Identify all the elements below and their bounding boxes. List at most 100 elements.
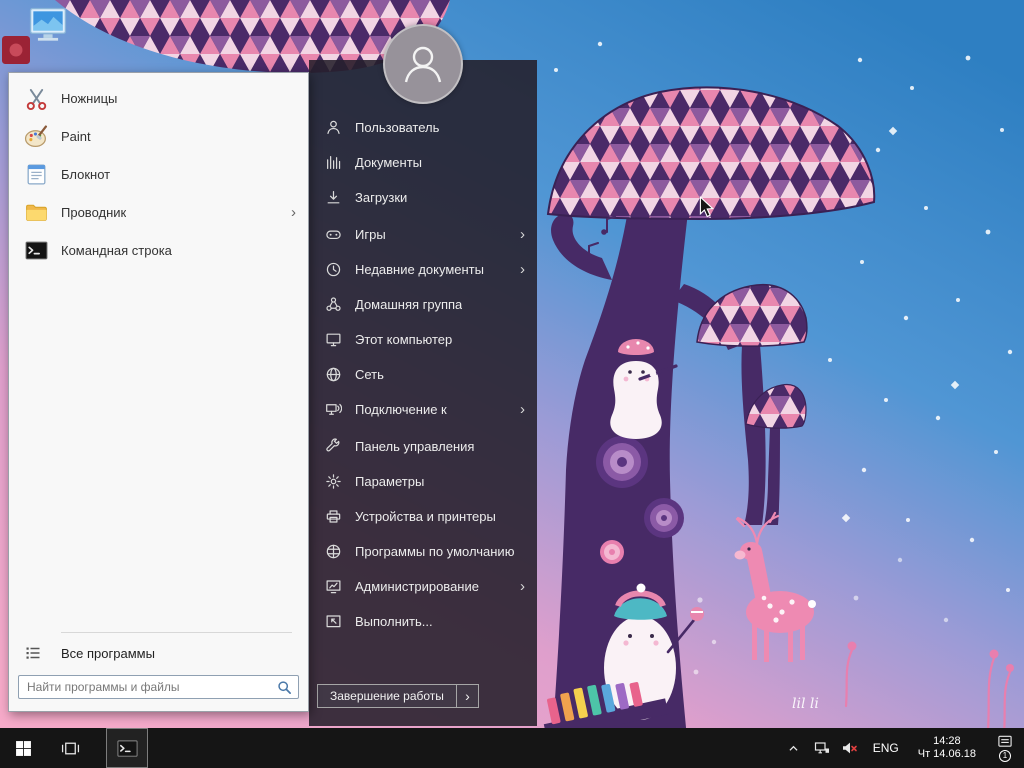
- clock[interactable]: 14:28 Чт 14.06.18: [910, 735, 984, 761]
- user-avatar[interactable]: [383, 24, 463, 104]
- start-app-label: Проводник: [61, 205, 126, 220]
- language-label: ENG: [873, 741, 899, 755]
- gear-icon: [325, 473, 342, 490]
- start-right-items: Пользователь Документы Загрузки Игры › Н…: [309, 60, 537, 639]
- start-item-games[interactable]: Игры ›: [309, 217, 537, 252]
- start-item-devices-printers[interactable]: Устройства и принтеры: [309, 499, 537, 534]
- desktop-icon-app[interactable]: [2, 36, 30, 64]
- homegroup-icon: [325, 296, 342, 313]
- start-item-label: Панель управления: [355, 439, 474, 454]
- wrench-icon: [325, 438, 342, 455]
- shutdown-options-arrow[interactable]: ›: [457, 684, 479, 708]
- computer-icon: [26, 5, 70, 47]
- games-icon: [325, 226, 342, 243]
- search-input[interactable]: [27, 680, 277, 694]
- app-red-icon: [2, 36, 30, 64]
- taskbar-app-cmd[interactable]: [106, 728, 148, 768]
- snipping-tool-icon: [23, 85, 49, 111]
- start-item-network[interactable]: Сеть: [309, 357, 537, 392]
- start-app-label: Paint: [61, 129, 91, 144]
- notepad-icon: [23, 161, 49, 187]
- shutdown-button[interactable]: Завершение работы: [317, 684, 457, 708]
- run-icon: [325, 613, 342, 630]
- start-app-explorer[interactable]: Проводник ›: [9, 193, 308, 231]
- documents-icon: [325, 154, 342, 171]
- language-indicator[interactable]: ENG: [866, 741, 906, 755]
- start-item-recent-documents[interactable]: Недавние документы ›: [309, 252, 537, 287]
- connect-icon: [325, 401, 342, 418]
- start-item-label: Программы по умолчанию: [355, 544, 514, 559]
- start-item-label: Параметры: [355, 474, 424, 489]
- downloads-icon: [325, 189, 342, 206]
- submenu-arrow-icon: ›: [520, 579, 525, 594]
- tray-network[interactable]: [810, 728, 834, 768]
- admin-tools-icon: [325, 578, 342, 595]
- user-icon: [325, 119, 342, 136]
- all-programs-button[interactable]: Все программы: [9, 637, 308, 669]
- volume-muted-icon: [841, 740, 858, 756]
- start-item-label: Домашняя группа: [355, 297, 462, 312]
- submenu-arrow-icon: ›: [291, 205, 296, 220]
- start-app-cmd[interactable]: Командная строка: [9, 231, 308, 269]
- start-item-label: Пользователь: [355, 120, 439, 135]
- start-item-homegroup[interactable]: Домашняя группа: [309, 287, 537, 322]
- wallpaper-signature: lil li: [792, 696, 819, 712]
- task-view-icon: [61, 740, 80, 757]
- tray-expand-button[interactable]: [782, 728, 806, 768]
- notification-center-button[interactable]: 1: [988, 728, 1022, 768]
- printer-icon: [325, 508, 342, 525]
- start-item-label: Загрузки: [355, 190, 407, 205]
- cmd-icon: [116, 737, 139, 760]
- start-item-label: Недавние документы: [355, 262, 484, 277]
- all-programs-label: Все программы: [61, 646, 155, 661]
- shutdown-arrow-icon: ›: [465, 688, 470, 704]
- search-icon[interactable]: [277, 680, 292, 695]
- notification-badge: 1: [999, 750, 1011, 762]
- start-app-notepad[interactable]: Блокнот: [9, 155, 308, 193]
- folder-icon: [23, 199, 49, 225]
- start-item-label: Выполнить...: [355, 614, 433, 629]
- start-item-default-programs[interactable]: Программы по умолчанию: [309, 534, 537, 569]
- start-item-this-pc[interactable]: Этот компьютер: [309, 322, 537, 357]
- start-item-user[interactable]: Пользователь: [309, 110, 537, 145]
- start-app-snipping-tool[interactable]: Ножницы: [9, 79, 308, 117]
- start-menu-right-panel: Пользователь Документы Загрузки Игры › Н…: [309, 60, 537, 726]
- notification-icon: [997, 734, 1013, 749]
- paint-icon: [23, 123, 49, 149]
- start-app-paint[interactable]: Paint: [9, 117, 308, 155]
- avatar-person-icon: [395, 36, 451, 92]
- clock-date: Чт 14.06.18: [918, 748, 976, 761]
- desktop: lil li Ножницы Paint: [0, 0, 1024, 768]
- start-item-documents[interactable]: Документы: [309, 145, 537, 180]
- start-item-label: Подключение к: [355, 402, 447, 417]
- start-app-label: Командная строка: [61, 243, 172, 258]
- default-programs-icon: [325, 543, 342, 560]
- start-item-label: Сеть: [355, 367, 384, 382]
- start-item-settings[interactable]: Параметры: [309, 464, 537, 499]
- submenu-arrow-icon: ›: [520, 262, 525, 277]
- start-menu-left-panel: Ножницы Paint Блокнот Проводник ›: [8, 72, 309, 712]
- monitor-icon: [325, 331, 342, 348]
- start-item-downloads[interactable]: Загрузки: [309, 180, 537, 215]
- start-app-label: Ножницы: [61, 91, 117, 106]
- start-item-run[interactable]: Выполнить...: [309, 604, 537, 639]
- start-button[interactable]: [0, 728, 47, 768]
- start-item-control-panel[interactable]: Панель управления: [309, 429, 537, 464]
- task-view-button[interactable]: [47, 728, 94, 768]
- tray-volume[interactable]: [838, 728, 862, 768]
- clock-time: 14:28: [918, 735, 976, 748]
- system-tray: ENG 14:28 Чт 14.06.18 1: [782, 728, 1024, 768]
- start-search-box: [18, 675, 299, 699]
- start-item-administration[interactable]: Администрирование ›: [309, 569, 537, 604]
- start-item-connect-to[interactable]: Подключение к ›: [309, 392, 537, 427]
- start-item-label: Этот компьютер: [355, 332, 452, 347]
- desktop-icon-computer[interactable]: [26, 5, 70, 55]
- start-app-label: Блокнот: [61, 167, 110, 182]
- clock-icon: [325, 261, 342, 278]
- start-left-spacer: [9, 269, 308, 626]
- shutdown-row: Завершение работы ›: [317, 684, 479, 708]
- submenu-arrow-icon: ›: [520, 227, 525, 242]
- windows-logo-icon: [15, 740, 32, 757]
- globe-icon: [325, 366, 342, 383]
- chevron-up-icon: [788, 744, 799, 753]
